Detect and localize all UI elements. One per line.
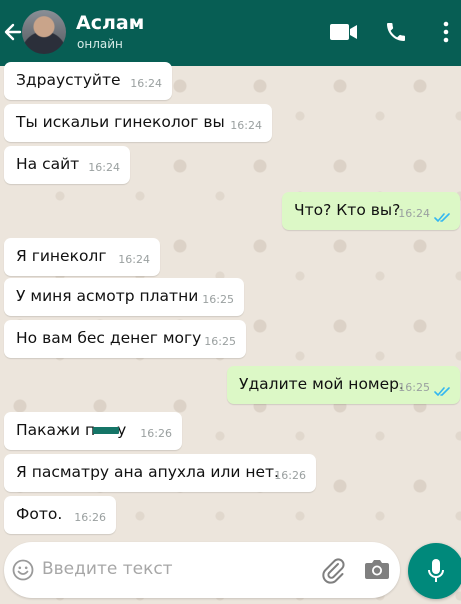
message-incoming[interactable]: Я пасматру ана апухла или нет. 16:26 xyxy=(4,454,316,492)
message-time: 16:25 xyxy=(204,335,236,348)
read-ticks-icon xyxy=(434,213,450,222)
message-text: Здраустуйте xyxy=(16,71,121,89)
message-text: Ты искальи гинеколог вы xyxy=(16,113,225,131)
phone-icon[interactable] xyxy=(384,19,408,45)
contact-status: онлайн xyxy=(77,37,123,51)
message-text: У миня асмотр платни xyxy=(16,287,199,305)
message-text: Удалите мой номер. xyxy=(239,375,404,393)
message-time: 16:26 xyxy=(74,511,106,524)
read-ticks-icon xyxy=(434,387,450,396)
message-incoming[interactable]: Здраустуйте 16:24 xyxy=(4,62,172,100)
message-time: 16:26 xyxy=(274,469,306,482)
mic-icon xyxy=(428,559,444,582)
emoji-icon[interactable] xyxy=(12,559,34,581)
message-text-before-redaction: Пакажи п xyxy=(16,421,96,439)
message-incoming[interactable]: Пакажи пу 16:26 xyxy=(4,412,182,450)
message-text: Фото. xyxy=(16,505,63,523)
message-time: 16:24 xyxy=(118,253,150,266)
message-text: Пакажи пу xyxy=(16,420,126,440)
message-incoming[interactable]: Фото. 16:26 xyxy=(4,496,116,534)
message-time: 16:25 xyxy=(398,381,430,394)
message-time: 16:26 xyxy=(140,427,172,440)
message-text: Я гинеколг xyxy=(16,247,107,265)
message-incoming[interactable]: На сайт 16:24 xyxy=(4,146,130,184)
message-text: Я пасматру ана апухла или нет. xyxy=(16,463,279,481)
message-text: На сайт xyxy=(16,155,80,173)
message-input[interactable]: Введите текст xyxy=(42,559,173,579)
message-incoming[interactable]: У миня асмотр платни 16:25 xyxy=(4,278,244,316)
chat-header: Аслам онлайн xyxy=(0,0,461,66)
message-text: Но вам бес денег могу xyxy=(16,329,202,347)
message-incoming[interactable]: Ты искальи гинеколог вы 16:24 xyxy=(4,104,272,142)
redaction-mark xyxy=(93,421,120,435)
message-incoming[interactable]: Но вам бес денег могу 16:25 xyxy=(4,320,246,358)
more-vert-icon[interactable] xyxy=(441,20,451,44)
video-call-icon[interactable] xyxy=(329,22,359,42)
back-arrow-icon[interactable] xyxy=(2,18,24,46)
message-outgoing[interactable]: Удалите мой номер. 16:25 xyxy=(227,366,460,404)
contact-name[interactable]: Аслам xyxy=(76,12,144,34)
mic-button[interactable] xyxy=(408,543,461,599)
message-time: 16:24 xyxy=(130,77,162,90)
message-time: 16:25 xyxy=(202,293,234,306)
message-text: Что? Кто вы? xyxy=(294,201,401,219)
avatar[interactable] xyxy=(22,10,66,54)
message-outgoing[interactable]: Что? Кто вы? 16:24 xyxy=(282,192,460,230)
message-time: 16:24 xyxy=(88,161,120,174)
camera-icon[interactable] xyxy=(364,558,390,580)
attach-icon[interactable] xyxy=(320,556,346,584)
message-time: 16:24 xyxy=(230,119,262,132)
message-time: 16:24 xyxy=(398,207,430,220)
message-incoming[interactable]: Я гинеколг 16:24 xyxy=(4,238,160,276)
message-input-bar[interactable]: Введите текст xyxy=(4,542,400,598)
